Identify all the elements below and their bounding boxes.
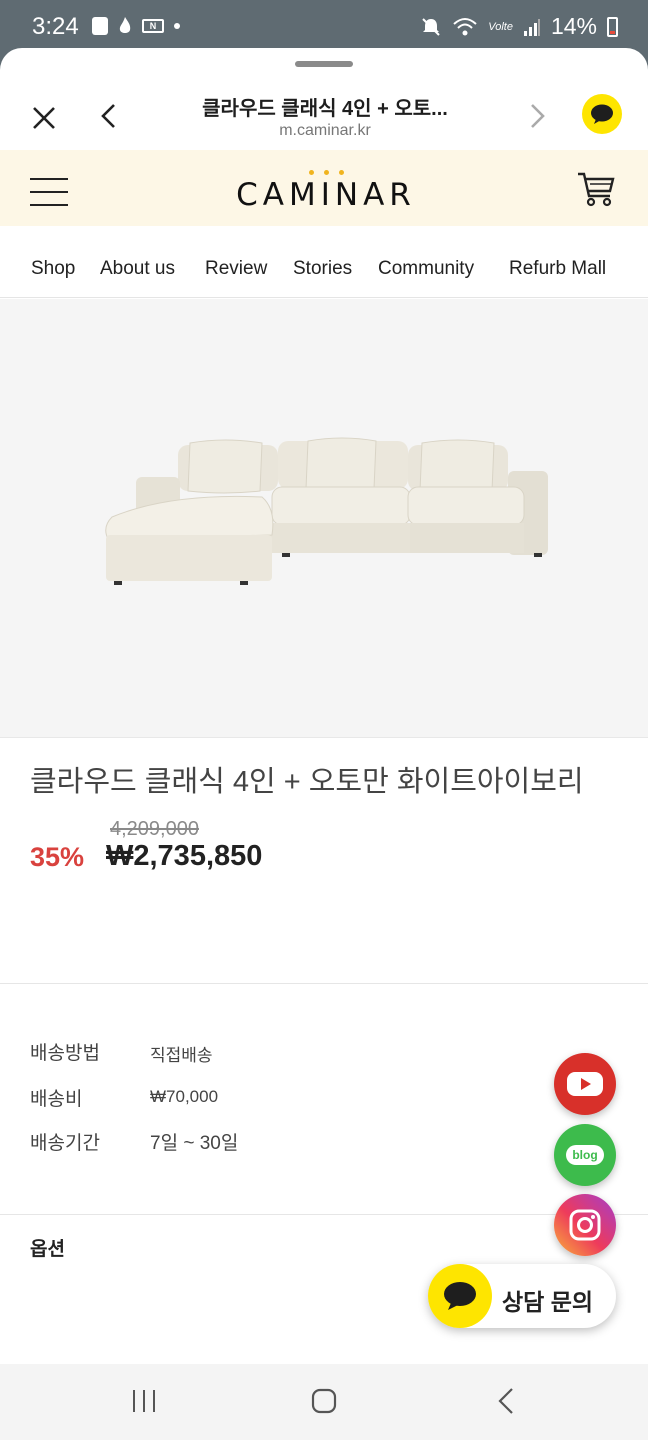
blog-button[interactable]: blog xyxy=(554,1124,616,1186)
battery-icon xyxy=(607,16,618,37)
page-url: m.caminar.kr xyxy=(279,122,371,139)
browser-toolbar: 클라우드 클래식 4인 + 오토... m.caminar.kr xyxy=(0,76,648,150)
more-notifications-icon xyxy=(174,23,180,29)
divider xyxy=(0,1214,648,1215)
chat-bubble-icon xyxy=(591,104,613,124)
instagram-icon xyxy=(569,1209,601,1241)
cart-icon[interactable] xyxy=(576,170,616,208)
system-icons: Volte 14% xyxy=(420,13,618,40)
back-icon[interactable] xyxy=(96,100,124,132)
consult-chat-label: 상담 문의 xyxy=(502,1289,594,1315)
product-name: 클라우드 클래식 4인 + 오토만 화이트아이보리 xyxy=(30,766,584,798)
category-nav: Shop About us Review Stories Community R… xyxy=(0,226,648,298)
shipping-fee-label: 배송비 xyxy=(30,1089,83,1110)
site-header: CAMINAR xyxy=(0,150,648,226)
forward-icon[interactable] xyxy=(522,100,550,132)
close-icon[interactable] xyxy=(28,102,60,134)
youtube-button[interactable] xyxy=(554,1053,616,1115)
nav-refurb-mall[interactable]: Refurb Mall xyxy=(509,258,606,280)
kakao-chat-icon xyxy=(428,1264,492,1328)
battery-percent: 14% xyxy=(550,13,597,39)
system-navigation-bar xyxy=(0,1364,648,1440)
wifi-icon xyxy=(453,17,477,35)
n-notification-icon: N xyxy=(142,19,164,33)
shipping-period-value: 7일 ~ 30일 xyxy=(150,1133,239,1154)
signal-icon xyxy=(523,18,540,36)
kakao-channel-button[interactable] xyxy=(582,94,622,134)
sofa-image xyxy=(105,437,548,585)
product-image[interactable] xyxy=(0,299,648,738)
shipping-method-label: 배송방법 xyxy=(30,1043,100,1064)
divider xyxy=(0,983,648,984)
shipping-fee-value: ₩70,000 xyxy=(150,1087,219,1106)
shipping-period-label: 배송기간 xyxy=(30,1133,100,1154)
drag-handle[interactable] xyxy=(295,61,353,67)
nav-shop[interactable]: Shop xyxy=(31,258,75,280)
mute-icon xyxy=(422,17,440,36)
original-price: 4,209,000 xyxy=(110,818,199,840)
logo-text: CAMINAR xyxy=(236,177,416,213)
recent-apps-icon[interactable] xyxy=(130,1388,158,1414)
home-icon[interactable] xyxy=(310,1387,338,1415)
options-label: 옵션 xyxy=(30,1239,65,1260)
flame-notification-icon xyxy=(119,17,131,33)
blog-icon: blog xyxy=(566,1145,604,1165)
youtube-icon xyxy=(567,1072,603,1096)
menu-icon[interactable] xyxy=(30,178,68,206)
status-bar: 3:24 N Volte 14% xyxy=(0,0,648,48)
site-logo[interactable]: CAMINAR xyxy=(224,170,428,212)
instagram-button[interactable] xyxy=(554,1194,616,1256)
notification-icons: N xyxy=(92,16,180,36)
browser-sheet: 클라우드 클래식 4인 + 오토... m.caminar.kr CAMINAR… xyxy=(0,48,648,1364)
sale-price: ₩2,735,850 xyxy=(106,840,263,872)
chat-bubble-icon xyxy=(444,1282,476,1310)
nav-stories[interactable]: Stories xyxy=(293,258,352,280)
discount-rate: 35% xyxy=(30,842,85,872)
consult-chat-button[interactable]: 상담 문의 xyxy=(428,1264,616,1328)
nav-about-us[interactable]: About us xyxy=(100,258,175,280)
volte-indicator: Volte xyxy=(488,20,513,33)
shipping-method-value: 직접배송 xyxy=(150,1046,213,1065)
status-time: 3:24 xyxy=(32,13,79,40)
page-title: 클라우드 클래식 4인 + 오토... xyxy=(202,98,448,120)
system-back-icon[interactable] xyxy=(494,1386,518,1416)
alert-notification-icon xyxy=(92,17,108,35)
blog-icon-label: blog xyxy=(572,1148,598,1162)
nav-review[interactable]: Review xyxy=(205,258,267,280)
nav-community[interactable]: Community xyxy=(378,258,474,280)
